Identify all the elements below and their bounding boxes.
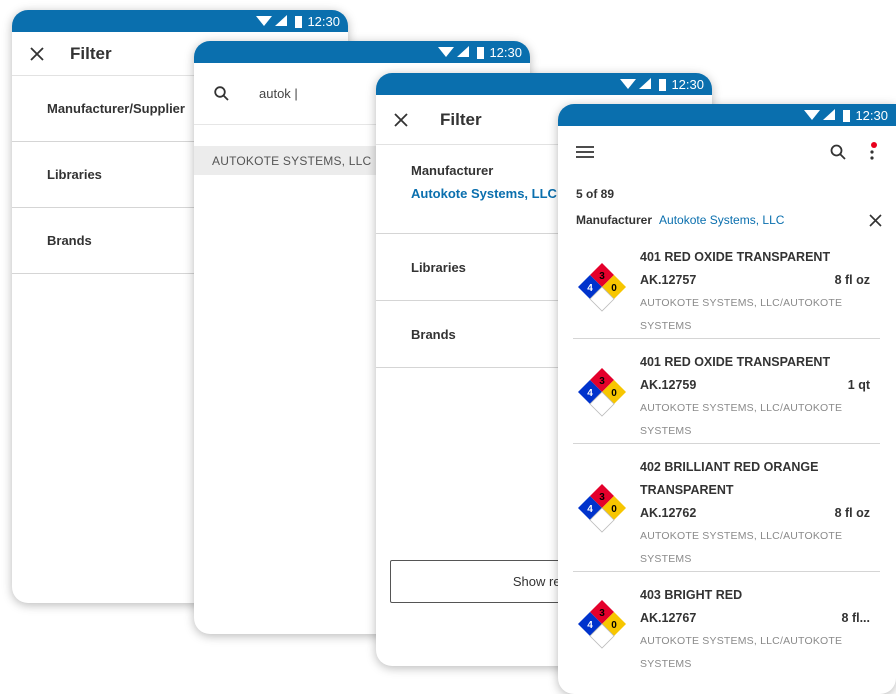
signal-icon — [275, 15, 288, 26]
item-manufacturer: AUTOKOTE SYSTEMS, LLC/AUTOKOTE SYSTEMS — [640, 635, 843, 670]
nfpa-diamond-icon: 3 4 0 — [578, 600, 626, 649]
menu-icon[interactable] — [576, 145, 594, 159]
search-input[interactable]: autok | — [259, 86, 298, 101]
signal-icon — [457, 46, 470, 57]
nfpa-instability: 0 — [611, 620, 617, 631]
list-item[interactable]: 3 4 0 401 RED OXIDE TRANSPARENT AK.12759… — [573, 339, 880, 444]
status-bar: 12:30 — [558, 104, 896, 126]
results-screen: 12:30 5 of 89 Manufacturer Autokote Syst… — [558, 104, 896, 694]
nfpa-flammability: 3 — [599, 271, 605, 282]
item-sku: AK.12767 — [640, 611, 697, 625]
item-name: 401 RED OXIDE TRANSPARENT — [640, 250, 831, 264]
status-time: 12:30 — [489, 44, 522, 60]
status-bar: 12:30 — [12, 10, 348, 32]
item-sku: AK.12759 — [640, 378, 697, 392]
nfpa-flammability: 3 — [599, 492, 605, 503]
app-toolbar — [558, 126, 896, 178]
results-count: 5 of 89 — [576, 187, 615, 201]
item-name: 401 RED OXIDE TRANSPARENT — [640, 355, 831, 369]
list-item[interactable]: 3 4 0 403 BRIGHT RED AK.12767 8 fl... AU… — [573, 572, 880, 676]
battery-icon — [477, 46, 485, 59]
nfpa-instability: 0 — [611, 504, 617, 515]
item-sku: AK.12762 — [640, 506, 697, 520]
close-icon[interactable] — [869, 213, 882, 227]
close-icon[interactable] — [394, 112, 408, 127]
active-filter-label: Manufacturer — [576, 213, 653, 227]
wifi-icon — [256, 16, 273, 26]
battery-icon — [295, 15, 303, 28]
item-size: 8 fl oz — [834, 273, 870, 287]
nfpa-instability: 0 — [611, 283, 617, 294]
nfpa-health: 4 — [587, 283, 593, 294]
wifi-icon — [438, 47, 455, 57]
list-item[interactable]: 3 4 0 402 BRILLIANT RED ORANGE TRANSPARE… — [573, 444, 880, 572]
status-bar: 12:30 — [194, 41, 530, 63]
nfpa-health: 4 — [587, 620, 593, 631]
active-filter-value: Autokote Systems, LLC — [659, 213, 785, 227]
item-size: 1 qt — [847, 378, 870, 392]
nfpa-diamond-icon: 3 4 0 — [578, 262, 626, 312]
item-name: 402 BRILLIANT RED ORANGE TRANSPARENT — [640, 460, 819, 497]
signal-icon — [639, 78, 652, 89]
search-icon[interactable] — [830, 144, 846, 160]
wifi-icon — [620, 79, 637, 89]
item-sku: AK.12757 — [640, 273, 697, 287]
nfpa-diamond-icon: 3 4 0 — [578, 367, 626, 417]
item-manufacturer: AUTOKOTE SYSTEMS, LLC/AUTOKOTE SYSTEMS — [640, 402, 843, 437]
wifi-icon — [804, 110, 821, 120]
nfpa-diamond-icon: 3 4 0 — [578, 484, 626, 533]
item-size: 8 fl... — [841, 611, 870, 625]
nfpa-health: 4 — [587, 388, 593, 399]
nfpa-health: 4 — [587, 504, 593, 515]
battery-icon — [659, 78, 667, 91]
item-manufacturer: AUTOKOTE SYSTEMS, LLC/AUTOKOTE SYSTEMS — [640, 530, 843, 565]
search-icon[interactable] — [214, 86, 229, 101]
list-item[interactable]: 3 4 0 401 RED OXIDE TRANSPARENT AK.12757… — [573, 234, 880, 339]
item-sku-line: AK.12762 8 fl oz — [640, 502, 880, 525]
status-time: 12:30 — [307, 13, 340, 29]
item-name: 403 BRIGHT RED — [640, 588, 743, 602]
page-title: Filter — [70, 43, 112, 63]
active-filter: Manufacturer Autokote Systems, LLC — [558, 210, 896, 230]
item-manufacturer: AUTOKOTE SYSTEMS, LLC/AUTOKOTE SYSTEMS — [640, 297, 843, 332]
close-icon[interactable] — [30, 46, 44, 61]
status-bar: 12:30 — [376, 73, 712, 95]
more-vert-icon[interactable] — [868, 141, 878, 163]
nfpa-instability: 0 — [611, 388, 617, 399]
item-size: 8 fl oz — [834, 506, 870, 520]
nfpa-flammability: 3 — [599, 608, 605, 619]
status-time: 12:30 — [671, 76, 704, 92]
status-time: 12:30 — [855, 107, 888, 123]
nfpa-flammability: 3 — [599, 376, 605, 387]
page-title: Filter — [440, 109, 482, 129]
item-sku-line: AK.12767 8 fl... — [640, 607, 880, 630]
item-sku-line: AK.12757 8 fl oz — [640, 269, 880, 292]
signal-icon — [823, 109, 836, 120]
item-sku-line: AK.12759 1 qt — [640, 374, 880, 397]
battery-icon — [843, 109, 851, 122]
